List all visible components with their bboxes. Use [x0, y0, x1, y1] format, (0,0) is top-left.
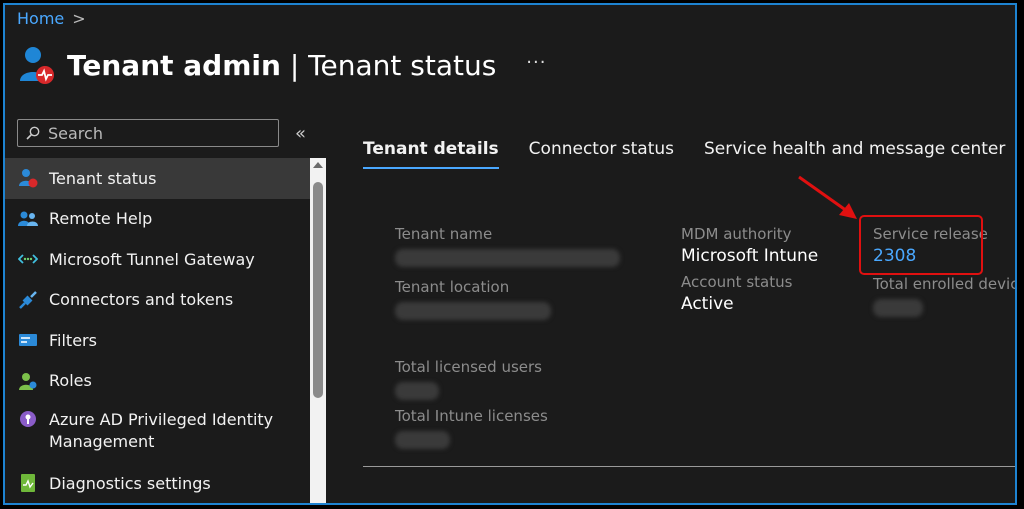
- sidebar-item-label: Remote Help: [49, 209, 153, 229]
- mdm-authority-field: MDM authority Microsoft Intune: [681, 225, 818, 266]
- account-status-label: Account status: [681, 273, 793, 291]
- tab-service-health[interactable]: Service health and message center: [704, 139, 1005, 169]
- sidebar-item-label: Filters: [49, 330, 97, 350]
- account-status-value: Active: [681, 294, 734, 314]
- sidebar-item-label: Roles: [49, 371, 92, 391]
- scroll-up-icon[interactable]: [313, 162, 323, 168]
- tab-tenant-details[interactable]: Tenant details: [363, 139, 499, 169]
- sidebar-item-remote-help[interactable]: Remote Help: [5, 199, 310, 240]
- portal-frame: Home > Tenant admin | Tenant status ··· …: [3, 3, 1017, 505]
- roles-icon: [17, 371, 39, 391]
- page-header: Tenant admin | Tenant status ···: [17, 43, 546, 87]
- search-field[interactable]: [17, 119, 279, 147]
- red-arrow-annotation: [798, 175, 857, 219]
- chevron-right-icon: >: [72, 9, 86, 28]
- sidebar-nav: Tenant status Remote Help Microsoft Tunn…: [5, 158, 310, 503]
- sidebar-item-diagnostics[interactable]: Diagnostics settings: [5, 463, 310, 503]
- filters-icon: [17, 330, 39, 350]
- scrollbar-thumb[interactable]: [313, 182, 323, 398]
- tenant-name-field: Tenant name: [395, 225, 620, 267]
- total-licensed-users-redacted: [395, 382, 439, 400]
- account-status-field: Account status Active: [681, 273, 792, 314]
- sidebar-item-filters[interactable]: Filters: [5, 320, 310, 361]
- breadcrumb: Home >: [17, 9, 86, 28]
- sidebar-item-roles[interactable]: Roles: [5, 361, 310, 402]
- sidebar-item-label: Microsoft Tunnel Gateway: [49, 249, 255, 269]
- sidebar-item-tunnel-gateway[interactable]: Microsoft Tunnel Gateway: [5, 239, 310, 280]
- page-title: Tenant admin | Tenant status: [67, 48, 497, 82]
- connectors-icon: [17, 290, 39, 310]
- sidebar-item-label: Tenant status: [49, 168, 157, 188]
- remote-help-icon: [17, 209, 39, 229]
- total-enrolled-devices-label: Total enrolled devices: [873, 275, 1015, 293]
- tenant-status-icon: [17, 168, 39, 188]
- tenant-name-label: Tenant name: [395, 225, 493, 243]
- tab-bar: Tenant details Connector status Service …: [363, 139, 1005, 169]
- more-options-button[interactable]: ···: [526, 52, 546, 73]
- tenant-admin-icon: [17, 43, 57, 87]
- total-enrolled-devices-redacted: [873, 299, 923, 317]
- search-input[interactable]: [46, 122, 270, 144]
- mdm-authority-value: Microsoft Intune: [681, 246, 819, 266]
- tenant-location-label: Tenant location: [395, 278, 510, 296]
- diagnostics-icon: [17, 473, 39, 493]
- content-divider: [363, 466, 1015, 467]
- tab-connector-status[interactable]: Connector status: [529, 139, 674, 169]
- total-intune-licenses-label: Total Intune licenses: [395, 407, 548, 425]
- search-icon: [26, 126, 40, 140]
- collapse-sidebar-button[interactable]: «: [295, 123, 306, 144]
- total-licensed-users-label: Total licensed users: [395, 358, 542, 376]
- total-licensed-users-field: Total licensed users: [395, 358, 542, 400]
- tenant-location-redacted: [395, 302, 551, 320]
- service-release-highlight: [859, 215, 983, 275]
- total-intune-licenses-redacted: [395, 431, 450, 449]
- tenant-name-redacted: [395, 249, 620, 267]
- sidebar-item-label: Diagnostics settings: [49, 473, 211, 493]
- sidebar-scrollbar[interactable]: [310, 158, 326, 503]
- breadcrumb-home-link[interactable]: Home: [17, 9, 64, 28]
- pim-icon: [17, 409, 39, 429]
- sidebar-item-label: Azure AD Privileged Identity Management: [49, 410, 274, 451]
- sidebar-item-connectors[interactable]: Connectors and tokens: [5, 280, 310, 321]
- sidebar-item-label: Connectors and tokens: [49, 290, 234, 310]
- sidebar-item-pim[interactable]: Azure AD Privileged Identity Management: [5, 401, 310, 463]
- sidebar-item-tenant-status[interactable]: Tenant status: [5, 158, 310, 199]
- tenant-location-field: Tenant location: [395, 278, 551, 320]
- total-intune-licenses-field: Total Intune licenses: [395, 407, 548, 449]
- tunnel-gateway-icon: [17, 249, 39, 269]
- total-enrolled-devices-field: Total enrolled devices: [873, 275, 1015, 317]
- mdm-authority-label: MDM authority: [681, 225, 792, 243]
